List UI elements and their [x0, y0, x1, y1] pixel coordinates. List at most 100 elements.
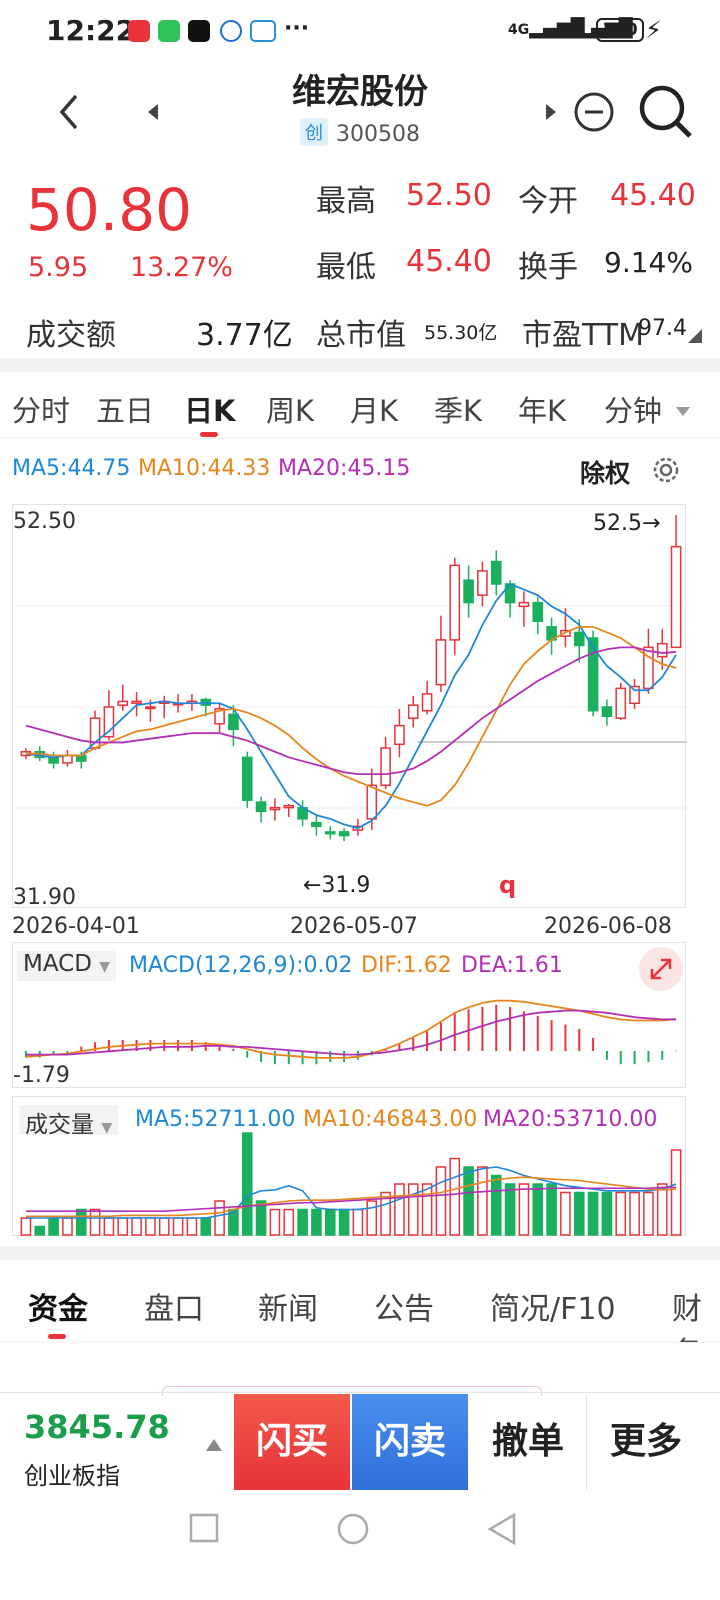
ma5-legend: MA5:44.75 [12, 456, 131, 481]
tab-info[interactable]: 简况/F10 [490, 1284, 616, 1328]
tab-period[interactable]: 日K [184, 388, 235, 430]
high-marker: 52.5→ [593, 511, 661, 536]
volume-bar [366, 1200, 378, 1236]
volume-bar [269, 1208, 281, 1236]
y-max-label: 52.50 [13, 509, 76, 534]
tab-period[interactable]: 季K [434, 388, 482, 430]
candle-body [338, 831, 350, 837]
candle-body [601, 706, 613, 718]
macd-dea: DEA:1.61 [461, 953, 563, 978]
flash-buy-button[interactable]: 闪买 [234, 1394, 350, 1490]
volume-bar [463, 1166, 474, 1236]
volume-bar [324, 1208, 336, 1236]
open-label: 今开 [518, 184, 578, 219]
candle-body [532, 601, 544, 623]
candle-body [615, 687, 627, 719]
volume-bar [394, 1183, 405, 1236]
status-bar: 12:22 ··· 4G▂▄▆█ 4G▂▄▆█ 100 ⚡ [0, 0, 720, 62]
open-value: 45.40 [610, 178, 696, 213]
active-tab-indicator [200, 432, 218, 437]
vol-ma10: MA10:46843.00 [303, 1107, 478, 1132]
cancel-order-button[interactable]: 撤单 [470, 1394, 586, 1490]
index-up-icon [206, 1436, 222, 1455]
mktcap-value: 55.30亿 [424, 322, 498, 344]
tiktok-icon [188, 20, 210, 42]
candle-body [117, 700, 129, 706]
home-button[interactable] [336, 1512, 370, 1550]
tab-period[interactable]: 年K [518, 388, 566, 430]
recents-button[interactable] [188, 1512, 220, 1548]
more-button[interactable]: 更多 [588, 1394, 704, 1490]
next-stock-button[interactable] [542, 100, 560, 128]
volume-bar [338, 1208, 350, 1236]
period-dropdown-icon[interactable] [676, 402, 690, 421]
turnover-value: 9.14% [604, 246, 693, 279]
tab-info[interactable]: 资金 [28, 1284, 88, 1328]
candle-body [145, 706, 156, 710]
candle-body [380, 747, 391, 787]
mktcap-label: 总市值 [316, 318, 406, 353]
candle-body [228, 713, 239, 731]
candle-body [407, 704, 419, 719]
volume-bar [241, 1132, 253, 1236]
volume-selector[interactable]: 成交量 ▼ [19, 1105, 119, 1138]
date-label-end: 2026-06-08 [544, 914, 672, 939]
section-divider [0, 358, 720, 372]
tab-period[interactable]: 五日 [96, 388, 154, 430]
y-min-label: 31.90 [13, 885, 76, 910]
tab-info[interactable]: 新闻 [258, 1284, 318, 1328]
candle-body [131, 700, 142, 705]
search-button[interactable] [638, 84, 694, 144]
fullscreen-button[interactable] [639, 947, 683, 991]
tab-info[interactable]: 盘口 [144, 1284, 204, 1328]
volume-bar [615, 1191, 627, 1236]
chart-settings-button[interactable] [648, 452, 684, 492]
stray-mark: q [499, 871, 517, 899]
volume-bar [546, 1183, 557, 1236]
volume-bar [89, 1208, 101, 1236]
volume-panel[interactable]: 成交量 ▼ MA5:52711.00 MA10:46843.00 MA20:53… [12, 1096, 686, 1236]
ma10-legend: MA10:44.33 [138, 456, 271, 481]
tab-info[interactable]: 财务 [672, 1284, 720, 1342]
triangle-down-icon [676, 407, 690, 416]
macd-selector[interactable]: MACD ▼ [17, 951, 117, 981]
wechat-icon [158, 20, 180, 42]
volume-bar [145, 1217, 156, 1236]
macd-axis-label: -1.79 [13, 1063, 70, 1088]
volume-bar [587, 1191, 599, 1236]
tab-period[interactable]: 分钟 [604, 388, 662, 430]
macd-panel[interactable]: MACD ▼ MACD(12,26,9):0.02 DIF:1.62 DEA:1… [12, 942, 686, 1088]
candle-body [394, 724, 405, 746]
volume-bar [532, 1183, 544, 1236]
tab-period[interactable]: 周K [266, 388, 314, 430]
flash-sell-button[interactable]: 闪卖 [352, 1394, 468, 1490]
kline-panel[interactable]: 52.50 31.90 52.5→ ←31.9 q [12, 504, 687, 910]
status-time: 12:22 [46, 14, 136, 47]
macd-dif: DIF:1.62 [361, 953, 452, 978]
browser-icon [220, 20, 242, 42]
current-price: 50.80 [26, 176, 193, 244]
amount-label: 成交额 [26, 318, 116, 353]
index-name: 创业板指 [24, 1462, 120, 1490]
expand-icon [650, 958, 672, 980]
system-back-button[interactable] [486, 1512, 518, 1550]
tab-period[interactable]: 月K [350, 388, 398, 430]
volume-bar [297, 1208, 308, 1236]
volume-bar [75, 1208, 87, 1236]
tab-period[interactable]: 分时 [12, 388, 70, 430]
volume-name: 成交量 [25, 1112, 94, 1138]
tab-info[interactable]: 公告 [374, 1284, 434, 1328]
volume-bar [352, 1208, 364, 1236]
network-1-label: 4G [508, 22, 530, 38]
expand-corner-icon[interactable] [688, 328, 702, 347]
candle-body [324, 831, 336, 835]
volume-bar [117, 1217, 129, 1236]
candle-body [241, 756, 253, 801]
volume-bar [34, 1225, 46, 1236]
macd-params: MACD(12,26,9):0.02 [129, 953, 353, 978]
volume-bar [629, 1191, 640, 1236]
remove-watchlist-button[interactable] [572, 90, 616, 138]
volume-bar [48, 1217, 59, 1236]
adjust-toggle[interactable]: 除权 [580, 454, 630, 490]
search-icon [639, 85, 692, 138]
